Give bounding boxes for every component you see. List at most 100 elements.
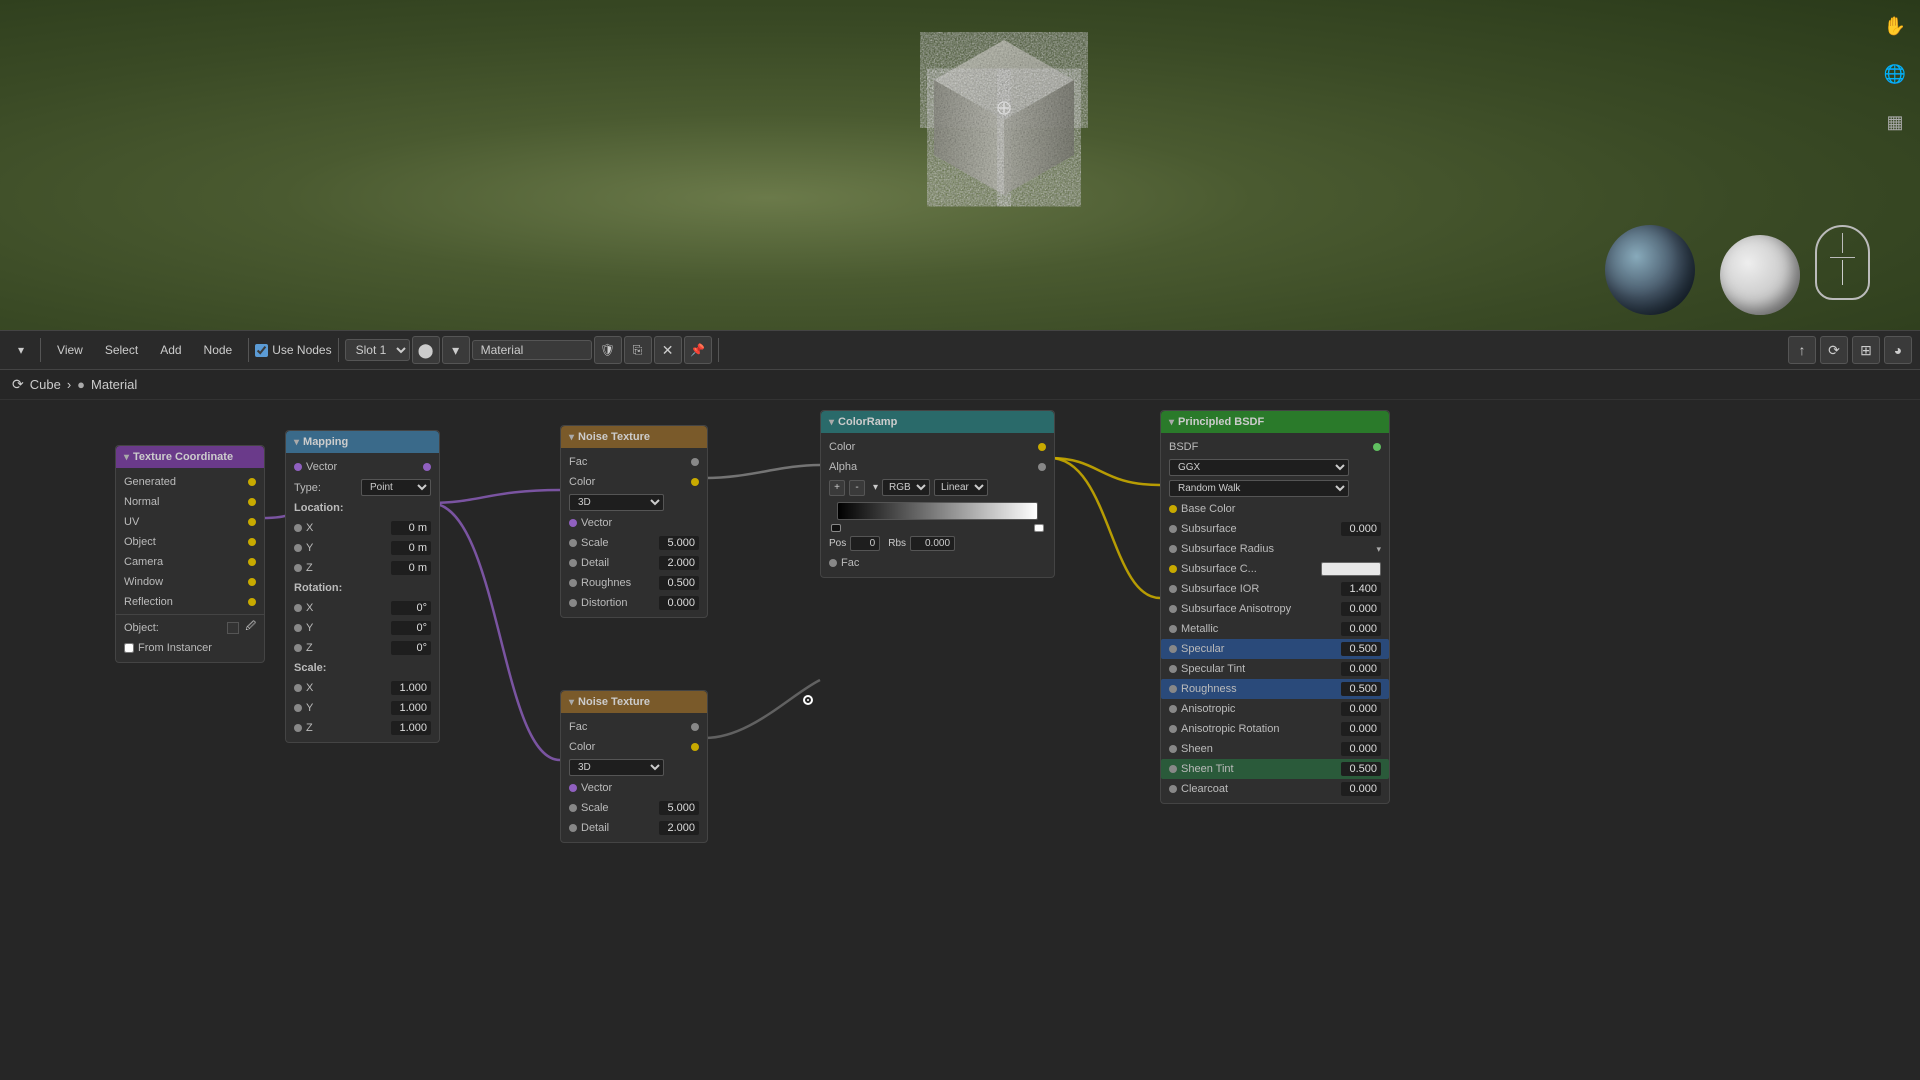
socket-vector-in[interactable] <box>294 463 302 471</box>
noise2-dimension-select[interactable]: 3D <box>569 759 664 776</box>
colorramp-add-btn[interactable]: + <box>829 480 845 496</box>
socket-camera-out[interactable] <box>248 558 256 566</box>
socket-vector-out[interactable] <box>423 463 431 471</box>
viewport[interactable]: ✋ 🌐 ▦ <box>0 0 1920 330</box>
socket-colorramp-alpha-out[interactable] <box>1038 463 1046 471</box>
socket-fac-out[interactable] <box>691 458 699 466</box>
toolbar-right-icon2[interactable]: ⟳ <box>1820 336 1848 364</box>
socket-ssradius-in[interactable] <box>1169 545 1177 553</box>
material-dropdown-icon[interactable]: ▾ <box>442 336 470 364</box>
colorramp-pos-input[interactable] <box>850 536 880 551</box>
from-instancer-checkbox[interactable] <box>124 643 134 653</box>
rot-z-val[interactable]: 0° <box>391 641 431 655</box>
roughness-val[interactable]: 0.500 <box>1341 682 1381 696</box>
socket-noise2-scale[interactable] <box>569 804 577 812</box>
socket-noise1-distortion[interactable] <box>569 599 577 607</box>
node-principled-bsdf[interactable]: ▾ Principled BSDF BSDF GGX Random Walk <box>1160 410 1390 804</box>
socket-anisotropic-in[interactable] <box>1169 705 1177 713</box>
specular-val[interactable]: 0.500 <box>1341 642 1381 656</box>
loc-y-val[interactable]: 0 m <box>391 541 431 555</box>
toolbar-right-icon4[interactable]: ◕ <box>1884 336 1912 364</box>
use-nodes-checkbox[interactable]: Use Nodes <box>255 343 331 357</box>
clearcoat-val[interactable]: 0.000 <box>1341 782 1381 796</box>
scale-x-val[interactable]: 1.000 <box>391 681 431 695</box>
distribution-select[interactable]: GGX <box>1169 459 1349 476</box>
shield-icon[interactable]: 🛡 <box>594 336 622 364</box>
scale-z-val[interactable]: 1.000 <box>391 721 431 735</box>
socket-scale-z[interactable] <box>294 724 302 732</box>
colorramp-interpolation-select[interactable]: Linear <box>934 479 988 496</box>
use-nodes-input[interactable] <box>255 344 268 357</box>
collapse-btn[interactable]: ▾ <box>569 432 574 443</box>
socket-color-out[interactable] <box>691 478 699 486</box>
metallic-val[interactable]: 0.000 <box>1341 622 1381 636</box>
socket-roughness-in[interactable] <box>1169 685 1177 693</box>
socket-rot-y[interactable] <box>294 624 302 632</box>
viewport-world-icon[interactable]: 🌐 <box>1877 56 1913 92</box>
collapse-btn[interactable]: ▾ <box>294 437 299 448</box>
loc-z-val[interactable]: 0 m <box>391 561 431 575</box>
socket-window-out[interactable] <box>248 578 256 586</box>
socket-loc-y[interactable] <box>294 544 302 552</box>
socket-bsdf-out[interactable] <box>1373 443 1381 451</box>
socket-sheen-in[interactable] <box>1169 745 1177 753</box>
collapse-btn[interactable]: ▾ <box>124 452 129 463</box>
socket-speculartint-in[interactable] <box>1169 665 1177 673</box>
sheentint-val[interactable]: 0.500 <box>1341 762 1381 776</box>
viewport-hand-icon[interactable]: ✋ <box>1877 8 1913 44</box>
socket-noise1-roughness[interactable] <box>569 579 577 587</box>
socket-subsurface-in[interactable] <box>1169 525 1177 533</box>
toolbar-right-icon1[interactable]: ↑ <box>1788 336 1816 364</box>
toolbar-view-btn[interactable]: View <box>47 339 93 361</box>
material-name-input[interactable] <box>472 340 592 360</box>
socket-noise1-detail[interactable] <box>569 559 577 567</box>
socket-clearcoat-in[interactable] <box>1169 785 1177 793</box>
socket-scale-x[interactable] <box>294 684 302 692</box>
socket-metallic-in[interactable] <box>1169 625 1177 633</box>
close-material-icon[interactable]: ✕ <box>654 336 682 364</box>
speculartint-val[interactable]: 0.000 <box>1341 662 1381 676</box>
sscolor-swatch[interactable] <box>1321 562 1381 576</box>
pin-icon[interactable]: 📌 <box>684 336 712 364</box>
noise1-distortion-val[interactable]: 0.000 <box>659 596 699 610</box>
ssior-val[interactable]: 1.400 <box>1341 582 1381 596</box>
noise1-scale-val[interactable]: 5.000 <box>659 536 699 550</box>
material-sphere-icon[interactable]: ⬤ <box>412 336 440 364</box>
socket-reflection-out[interactable] <box>248 598 256 606</box>
socket-scale-y[interactable] <box>294 704 302 712</box>
noise1-dimension-select[interactable]: 3D <box>569 494 664 511</box>
anisotropic-val[interactable]: 0.000 <box>1341 702 1381 716</box>
toolbar-node-btn[interactable]: Node <box>194 339 243 361</box>
socket-loc-z[interactable] <box>294 564 302 572</box>
socket-sheentint-in[interactable] <box>1169 765 1177 773</box>
socket-colorramp-fac-in[interactable] <box>829 559 837 567</box>
socket-loc-x[interactable] <box>294 524 302 532</box>
slot-select[interactable]: Slot 1 <box>345 339 410 361</box>
socket-noise1-scale[interactable] <box>569 539 577 547</box>
colorramp-color-val-input[interactable] <box>910 536 955 551</box>
toolbar-dropdown-btn[interactable]: ▾ <box>8 339 34 361</box>
colorramp-gradient-bar[interactable] <box>837 502 1038 520</box>
socket-noise2-vector-in[interactable] <box>569 784 577 792</box>
toolbar-select-btn[interactable]: Select <box>95 339 148 361</box>
socket-ssaniso-in[interactable] <box>1169 605 1177 613</box>
node-texture-coordinate[interactable]: ▾ Texture Coordinate Generated Normal UV… <box>115 445 265 663</box>
eyedropper-btn[interactable]: 🖉 <box>245 619 256 636</box>
socket-anisotropicrot-in[interactable] <box>1169 725 1177 733</box>
socket-basecolor-in[interactable] <box>1169 505 1177 513</box>
node-noise-texture-2[interactable]: ▾ Noise Texture Fac Color 3D Vector <box>560 690 708 843</box>
socket-normal-out[interactable] <box>248 498 256 506</box>
toolbar-right-icon3[interactable]: ⊞ <box>1852 336 1880 364</box>
collapse-btn[interactable]: ▾ <box>829 417 834 428</box>
noise1-detail-val[interactable]: 2.000 <box>659 556 699 570</box>
collapse-btn[interactable]: ▾ <box>1169 417 1174 428</box>
socket-noise2-fac-out[interactable] <box>691 723 699 731</box>
noise2-scale-val[interactable]: 5.000 <box>659 801 699 815</box>
socket-uv-out[interactable] <box>248 518 256 526</box>
loc-x-val[interactable]: 0 m <box>391 521 431 535</box>
viewport-grid-icon[interactable]: ▦ <box>1877 104 1913 140</box>
subsurface-val[interactable]: 0.000 <box>1341 522 1381 536</box>
stop-left[interactable] <box>831 524 841 532</box>
ssaniso-val[interactable]: 0.000 <box>1341 602 1381 616</box>
anisotropicrot-val[interactable]: 0.000 <box>1341 722 1381 736</box>
